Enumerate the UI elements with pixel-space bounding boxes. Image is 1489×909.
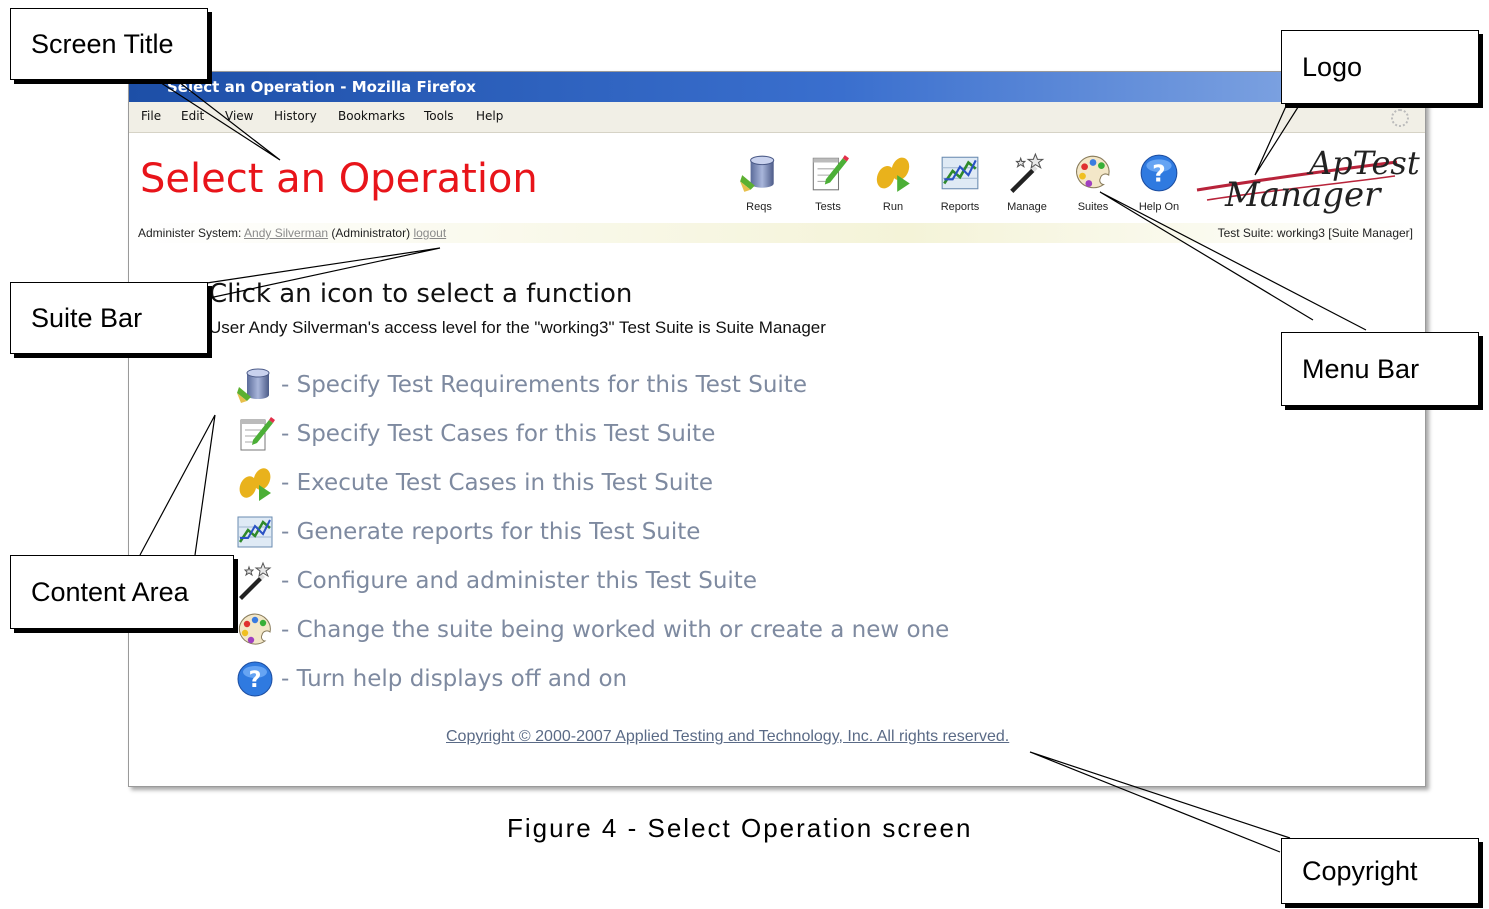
pointer-menu-bar — [1099, 191, 1367, 331]
pointer-screen-title — [154, 78, 281, 161]
pointer-content-area — [139, 414, 216, 556]
callout-copyright: Copyright — [1281, 838, 1479, 904]
callout-content-area: Content Area — [10, 555, 234, 629]
pointer-copyright — [1029, 751, 1291, 853]
callout-logo: Logo — [1281, 30, 1479, 104]
callout-screen-title: Screen Title — [10, 8, 208, 80]
pointer-logo — [1254, 103, 1301, 176]
callout-suite-bar: Suite Bar — [10, 282, 208, 354]
callout-menu-bar: Menu Bar — [1281, 332, 1479, 406]
callout-pointers — [139, 78, 1367, 853]
figure-caption: Figure 4 - Select Operation screen — [507, 813, 973, 843]
pointer-suite-bar — [199, 247, 441, 301]
